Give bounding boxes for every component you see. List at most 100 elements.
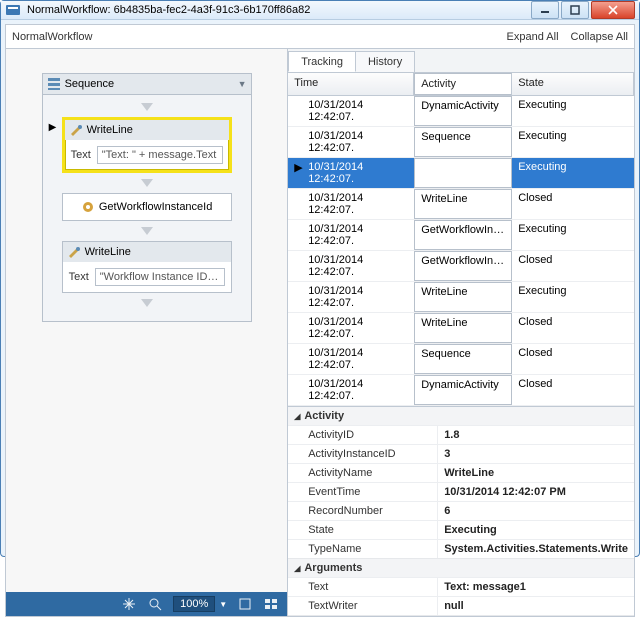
chevron-down-icon[interactable]: ▼ [219, 600, 227, 609]
table-row[interactable]: 10/31/2014 12:42:07.WriteLineClosed [288, 189, 634, 220]
window-buttons [531, 1, 635, 19]
sequence-activity[interactable]: Sequence ▼ WriteLine [42, 73, 252, 592]
current-row-indicator-icon [288, 313, 302, 343]
col-state[interactable]: State [512, 73, 634, 95]
property-key: ActivityID [288, 426, 438, 444]
sequence-label: Sequence [65, 78, 115, 90]
writeline-1-header[interactable]: WriteLine [65, 120, 229, 140]
writeline-activity-1[interactable]: WriteLine Text "Text: " + message.Text [62, 117, 232, 173]
writeline-1-label: WriteLine [87, 124, 133, 136]
table-row[interactable]: 10/31/2014 12:42:07.WriteLineClosed [288, 313, 634, 344]
cell-time: 10/31/2014 12:42:07. [302, 220, 414, 250]
cell-state: Executing [512, 220, 634, 250]
cell-time: 10/31/2014 12:42:07. [302, 282, 414, 312]
cell-activity: DynamicActivity [414, 96, 512, 126]
property-value: System.Activities.Statements.Write [438, 540, 634, 558]
titlebar[interactable]: NormalWorkflow: 6b4835ba-fec2-4a3f-91c3-… [1, 1, 639, 20]
writeline-icon [67, 245, 81, 259]
table-row[interactable]: 10/31/2014 12:42:07.DynamicActivityClose… [288, 375, 634, 406]
property-row[interactable]: TypeNameSystem.Activities.Statements.Wri… [288, 539, 634, 558]
property-value: 10/31/2014 12:42:07 PM [438, 483, 634, 501]
getworkflowinstanceid-label: GetWorkflowInstanceId [99, 201, 213, 213]
property-row[interactable]: TextText: message1 [288, 577, 634, 596]
sequence-header[interactable]: Sequence ▼ [42, 73, 252, 95]
cell-state: Closed [512, 313, 634, 343]
property-key: TypeName [288, 540, 438, 558]
writeline-2-expression[interactable]: "Workflow Instance ID: " + w [95, 268, 225, 286]
drop-indicator-icon [141, 227, 153, 235]
fit-to-screen-icon[interactable] [237, 596, 253, 612]
writeline-1-param-label: Text [71, 149, 91, 161]
property-key: RecordNumber [288, 502, 438, 520]
cell-time: 10/31/2014 12:42:07. [302, 313, 414, 343]
col-time[interactable]: Time [288, 73, 414, 95]
current-row-indicator-icon [288, 344, 302, 374]
workflow-name: NormalWorkflow [12, 31, 495, 43]
writeline-icon [69, 123, 83, 137]
zoom-control[interactable]: 100% ▼ [173, 596, 227, 612]
table-row[interactable]: ▶10/31/2014 12:42:07.WriteLineExecuting [288, 158, 634, 189]
tab-history[interactable]: History [355, 51, 415, 72]
property-row[interactable]: StateExecuting [288, 520, 634, 539]
writeline-activity-2[interactable]: WriteLine Text "Workflow Instance ID: " … [62, 241, 232, 293]
cell-activity: DynamicActivity [414, 375, 512, 405]
table-row[interactable]: 10/31/2014 12:42:07.SequenceExecuting [288, 127, 634, 158]
prop-section-arguments-header[interactable]: ◢ Arguments [288, 559, 634, 577]
property-row[interactable]: ActivityNameWriteLine [288, 463, 634, 482]
writeline-1-expression[interactable]: "Text: " + message.Text [97, 146, 223, 164]
overview-icon[interactable] [263, 596, 279, 612]
property-grid[interactable]: ◢ Activity ActivityID1.8ActivityInstance… [288, 406, 634, 616]
chevron-up-icon[interactable]: ▼ [238, 79, 247, 89]
cell-time: 10/31/2014 12:42:07. [302, 96, 414, 126]
getworkflowinstanceid-header[interactable]: GetWorkflowInstanceId [63, 194, 231, 220]
close-button[interactable] [591, 1, 635, 19]
pan-icon[interactable] [121, 596, 137, 612]
designer-toolbar: NormalWorkflow Expand All Collapse All [6, 25, 634, 49]
table-row[interactable]: 10/31/2014 12:42:07.SequenceClosed [288, 344, 634, 375]
property-key: TextWriter [288, 597, 438, 615]
current-row-indicator-icon: ▶ [288, 158, 302, 188]
designer-canvas[interactable]: Sequence ▼ WriteLine [6, 49, 287, 592]
table-row[interactable]: 10/31/2014 12:42:07.DynamicActivityExecu… [288, 96, 634, 127]
current-row-indicator-icon [288, 127, 302, 157]
tab-tracking[interactable]: Tracking [288, 51, 356, 72]
client-area: NormalWorkflow Expand All Collapse All S… [5, 24, 635, 617]
writeline-2-label: WriteLine [85, 246, 131, 258]
minimize-button[interactable] [531, 1, 559, 19]
collapse-triangle-icon: ◢ [294, 412, 300, 421]
drop-indicator-icon [141, 299, 153, 307]
zoom-value[interactable]: 100% [173, 596, 215, 612]
expand-all-link[interactable]: Expand All [507, 31, 559, 43]
maximize-button[interactable] [561, 1, 589, 19]
property-value: Executing [438, 521, 634, 539]
property-row[interactable]: EventTime10/31/2014 12:42:07 PM [288, 482, 634, 501]
prop-section-activity-header[interactable]: ◢ Activity [288, 407, 634, 425]
collapse-all-link[interactable]: Collapse All [571, 31, 628, 43]
cell-state: Closed [512, 344, 634, 374]
table-row[interactable]: 10/31/2014 12:42:07.GetWorkflowInstanceI… [288, 251, 634, 282]
tracking-pane: Tracking History Time Activity State 10/… [288, 49, 634, 616]
zoom-icon[interactable] [147, 596, 163, 612]
property-row[interactable]: ActivityInstanceID3 [288, 444, 634, 463]
cell-state: Executing [512, 282, 634, 312]
cell-activity: Sequence [414, 344, 512, 374]
property-row[interactable]: RecordNumber6 [288, 501, 634, 520]
cell-state: Executing [512, 96, 634, 126]
cell-state: Executing [512, 158, 634, 188]
property-key: ActivityInstanceID [288, 445, 438, 463]
col-activity[interactable]: Activity [414, 73, 512, 95]
property-key: State [288, 521, 438, 539]
property-row[interactable]: TextWriternull [288, 596, 634, 615]
table-row[interactable]: 10/31/2014 12:42:07.WriteLineExecuting [288, 282, 634, 313]
property-value: 6 [438, 502, 634, 520]
writeline-2-header[interactable]: WriteLine [63, 242, 231, 262]
sequence-icon [47, 77, 61, 91]
app-window: NormalWorkflow: 6b4835ba-fec2-4a3f-91c3-… [0, 0, 640, 557]
table-row[interactable]: 10/31/2014 12:42:07.GetWorkflowInstanceI… [288, 220, 634, 251]
getworkflowinstanceid-activity[interactable]: GetWorkflowInstanceId [62, 193, 232, 221]
current-row-indicator-icon [288, 375, 302, 405]
property-value: 3 [438, 445, 634, 463]
tracking-grid[interactable]: Time Activity State 10/31/2014 12:42:07.… [288, 73, 634, 406]
property-row[interactable]: ActivityID1.8 [288, 425, 634, 444]
tabstrip: Tracking History [288, 49, 634, 73]
